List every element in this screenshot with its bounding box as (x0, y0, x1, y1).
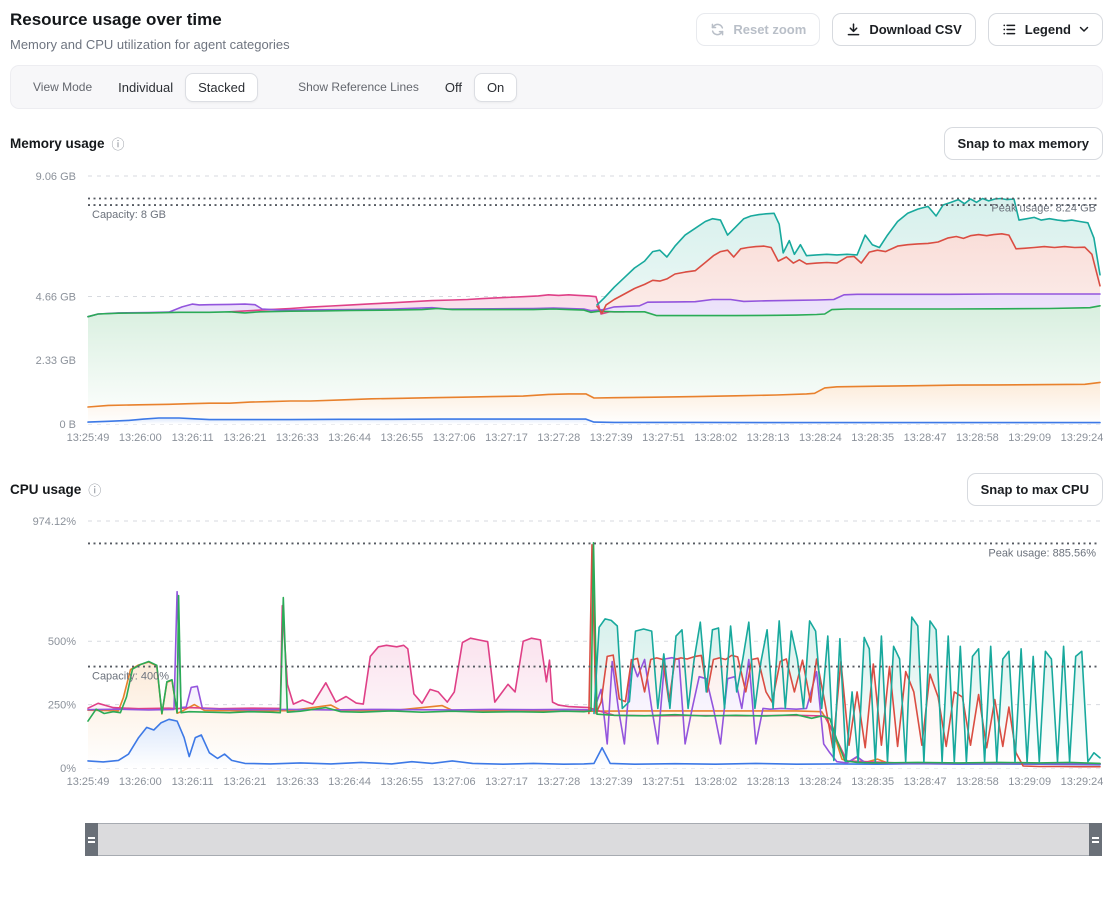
svg-text:0%: 0% (60, 763, 76, 775)
memory-title-text: Memory usage (10, 136, 105, 151)
svg-text:13:27:51: 13:27:51 (642, 432, 685, 444)
svg-text:250%: 250% (48, 700, 76, 712)
svg-text:13:27:17: 13:27:17 (485, 776, 528, 788)
memory-section-header: Memory usage ⓘ Snap to max memory (10, 127, 1103, 160)
time-range-brush[interactable] (85, 823, 1102, 856)
brush-handle-left[interactable] (85, 823, 98, 856)
svg-text:13:28:35: 13:28:35 (851, 776, 894, 788)
svg-text:13:25:49: 13:25:49 (67, 776, 110, 788)
download-icon (846, 22, 861, 37)
svg-text:13:26:55: 13:26:55 (380, 776, 423, 788)
svg-text:13:27:39: 13:27:39 (590, 432, 633, 444)
download-csv-button[interactable]: Download CSV (832, 13, 975, 46)
svg-text:13:28:58: 13:28:58 (956, 776, 999, 788)
page-header: Resource usage over time Memory and CPU … (0, 0, 1116, 52)
svg-text:13:27:06: 13:27:06 (433, 432, 476, 444)
svg-text:13:26:11: 13:26:11 (172, 432, 214, 444)
download-csv-label: Download CSV (869, 22, 961, 37)
svg-text:13:28:35: 13:28:35 (851, 432, 894, 444)
cpu-chart[interactable]: 974.12% 500% 250% 0% Peak usage: 885.56% Capa… (0, 508, 1116, 793)
svg-text:4.66 GB: 4.66 GB (36, 291, 76, 303)
reference-lines-off-option[interactable]: Off (433, 74, 474, 101)
svg-text:Peak usage: 885.56%: Peak usage: 885.56% (988, 547, 1096, 559)
memory-chart[interactable]: 9.06 GB 4.66 GB 2.33 GB 0 B Capacity: 8 GB Pe… (0, 162, 1116, 447)
svg-text:13:26:55: 13:26:55 (380, 432, 423, 444)
cpu-title-text: CPU usage (10, 482, 81, 497)
svg-text:13:28:47: 13:28:47 (904, 432, 947, 444)
svg-text:13:26:21: 13:26:21 (223, 776, 266, 788)
page-title: Resource usage over time (10, 10, 290, 30)
svg-text:13:29:09: 13:29:09 (1008, 776, 1051, 788)
svg-text:Capacity: 400%: Capacity: 400% (92, 671, 169, 683)
svg-text:13:28:02: 13:28:02 (694, 432, 737, 444)
refresh-icon (710, 22, 725, 37)
chevron-down-icon (1079, 26, 1089, 33)
svg-text:13:29:24: 13:29:24 (1061, 776, 1104, 788)
snap-to-max-cpu-button[interactable]: Snap to max CPU (967, 473, 1103, 506)
cpu-section-header: CPU usage ⓘ Snap to max CPU (10, 473, 1103, 506)
svg-text:9.06 GB: 9.06 GB (36, 171, 76, 183)
svg-text:13:27:51: 13:27:51 (642, 776, 685, 788)
svg-text:13:29:24: 13:29:24 (1061, 432, 1104, 444)
svg-text:974.12%: 974.12% (33, 516, 77, 528)
reset-zoom-button[interactable]: Reset zoom (696, 13, 820, 46)
svg-text:13:28:02: 13:28:02 (694, 776, 737, 788)
legend-button[interactable]: Legend (988, 13, 1103, 46)
svg-text:13:26:44: 13:26:44 (328, 776, 371, 788)
svg-text:13:26:00: 13:26:00 (119, 432, 162, 444)
svg-text:13:26:21: 13:26:21 (223, 432, 266, 444)
view-mode-stacked-option[interactable]: Stacked (185, 73, 258, 102)
reference-lines-on-option[interactable]: On (474, 73, 517, 102)
chart-options-toolbar: View Mode Individual Stacked Show Refere… (10, 65, 1103, 109)
svg-text:13:28:24: 13:28:24 (799, 432, 842, 444)
cpu-section-title: CPU usage ⓘ (10, 480, 101, 499)
page-subtitle: Memory and CPU utilization for agent cat… (10, 37, 290, 52)
svg-text:13:27:39: 13:27:39 (590, 776, 633, 788)
legend-label: Legend (1025, 22, 1071, 37)
brush-handle-right[interactable] (1089, 823, 1102, 856)
view-mode-individual-option[interactable]: Individual (106, 74, 185, 101)
svg-text:13:26:33: 13:26:33 (276, 432, 319, 444)
svg-text:13:25:49: 13:25:49 (67, 432, 110, 444)
svg-text:13:28:13: 13:28:13 (747, 776, 790, 788)
reset-zoom-label: Reset zoom (733, 22, 806, 37)
svg-text:Capacity: 8 GB: Capacity: 8 GB (92, 209, 166, 221)
svg-text:13:27:28: 13:27:28 (537, 432, 580, 444)
reference-lines-label: Show Reference Lines (298, 80, 419, 94)
svg-text:13:28:47: 13:28:47 (904, 776, 947, 788)
view-mode-label: View Mode (33, 80, 92, 94)
svg-text:13:26:00: 13:26:00 (119, 776, 162, 788)
svg-text:500%: 500% (48, 636, 76, 648)
info-icon[interactable]: ⓘ (88, 480, 101, 499)
svg-text:2.33 GB: 2.33 GB (36, 355, 76, 367)
svg-text:0 B: 0 B (59, 419, 76, 431)
memory-section-title: Memory usage ⓘ (10, 134, 125, 153)
svg-text:13:28:13: 13:28:13 (747, 432, 790, 444)
svg-text:13:28:24: 13:28:24 (799, 776, 842, 788)
list-icon (1002, 22, 1017, 37)
info-icon[interactable]: ⓘ (112, 134, 125, 153)
svg-text:13:27:28: 13:27:28 (537, 776, 580, 788)
svg-text:13:29:09: 13:29:09 (1008, 432, 1051, 444)
svg-text:13:26:33: 13:26:33 (276, 776, 319, 788)
header-actions: Reset zoom Download CSV Legend (696, 13, 1103, 46)
svg-text:13:26:11: 13:26:11 (172, 776, 214, 788)
svg-text:13:27:06: 13:27:06 (433, 776, 476, 788)
svg-text:Peak usage: 8.24 GB: Peak usage: 8.24 GB (991, 202, 1096, 214)
svg-text:13:26:44: 13:26:44 (328, 432, 371, 444)
snap-to-max-memory-button[interactable]: Snap to max memory (944, 127, 1104, 160)
svg-text:13:28:58: 13:28:58 (956, 432, 999, 444)
title-block: Resource usage over time Memory and CPU … (10, 10, 290, 52)
svg-text:13:27:17: 13:27:17 (485, 432, 528, 444)
